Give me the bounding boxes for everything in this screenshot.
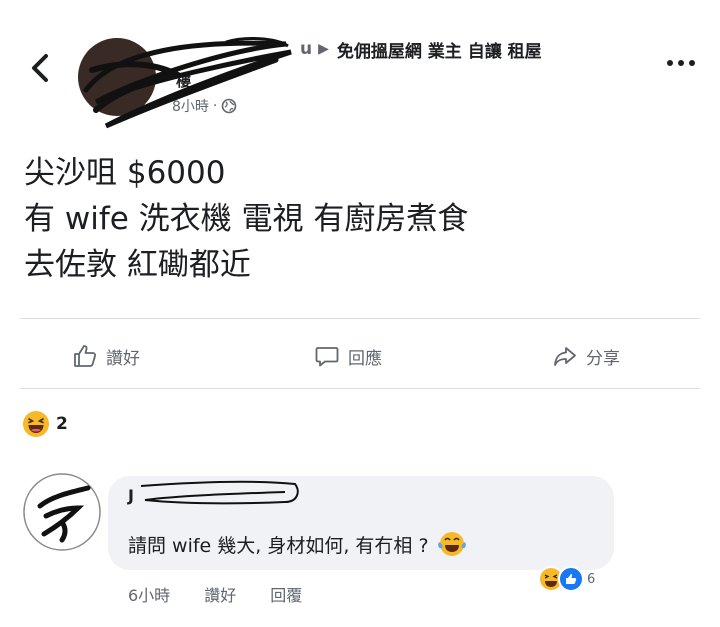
share-label: 分享: [586, 348, 620, 369]
commenter-name[interactable]: J: [128, 486, 134, 505]
more-options-icon[interactable]: [664, 56, 698, 70]
comment-time[interactable]: 6小時: [128, 582, 170, 606]
group-breadcrumb[interactable]: u ▶ 免佣搵屋網 業主 自讓 租屋: [300, 36, 542, 62]
like-label: 讚好: [106, 348, 140, 369]
divider-bottom: [20, 388, 700, 389]
meta-dot: ·: [212, 98, 218, 114]
haha-emoji-icon: [23, 411, 49, 437]
comment-reactions[interactable]: 6: [538, 566, 595, 592]
reaction-count: 2: [56, 414, 68, 434]
comment-reaction-count: 6: [587, 571, 596, 587]
thumbs-up-icon: [74, 345, 97, 367]
post-body: 尖沙咀 $6000 有 wife 洗衣機 電視 有廚房煮食 去佐敦 紅磡都近: [24, 150, 468, 288]
redaction-scribble: [83, 37, 292, 129]
comment-bubble-icon: [315, 347, 339, 367]
group-name-link[interactable]: 免佣搵屋網 業主 自讓 租屋: [337, 37, 542, 62]
share-button[interactable]: 分享: [552, 338, 620, 374]
reaction-summary[interactable]: 2: [22, 410, 68, 438]
post-meta: 8小時 ·: [172, 96, 237, 116]
like-badge-icon: [558, 566, 584, 592]
post-line-1: 尖沙咀 $6000: [24, 155, 226, 191]
comment-reply-button[interactable]: 回覆: [270, 582, 302, 606]
post-time[interactable]: 8小時: [172, 96, 209, 116]
comment-text-row: 請問 wife 幾大, 身材如何, 有冇相 ?: [128, 530, 467, 558]
commenter-avatar[interactable]: [22, 472, 102, 552]
divider-top: [20, 318, 700, 319]
post-line-3: 去佐敦 紅磡都近: [24, 247, 251, 283]
comment-text: 請問 wife 幾大, 身材如何, 有冇相 ?: [128, 534, 429, 557]
laughing-tears-emoji-icon: [437, 532, 466, 556]
comment-meta: 6小時 讚好 回覆: [128, 582, 302, 606]
post-line-2: 有 wife 洗衣機 電視 有廚房煮食: [24, 201, 469, 237]
globe-icon: [222, 98, 237, 114]
name-redaction-scribble: [140, 480, 299, 505]
share-arrow-icon: [554, 347, 576, 366]
comment-like-button[interactable]: 讚好: [204, 582, 236, 606]
crumb-arrow-icon: ▶: [318, 41, 329, 57]
comment-button[interactable]: 回應: [314, 338, 382, 374]
comment-label: 回應: [348, 348, 382, 369]
back-chevron-icon[interactable]: [26, 50, 54, 86]
like-button[interactable]: 讚好: [72, 338, 140, 374]
